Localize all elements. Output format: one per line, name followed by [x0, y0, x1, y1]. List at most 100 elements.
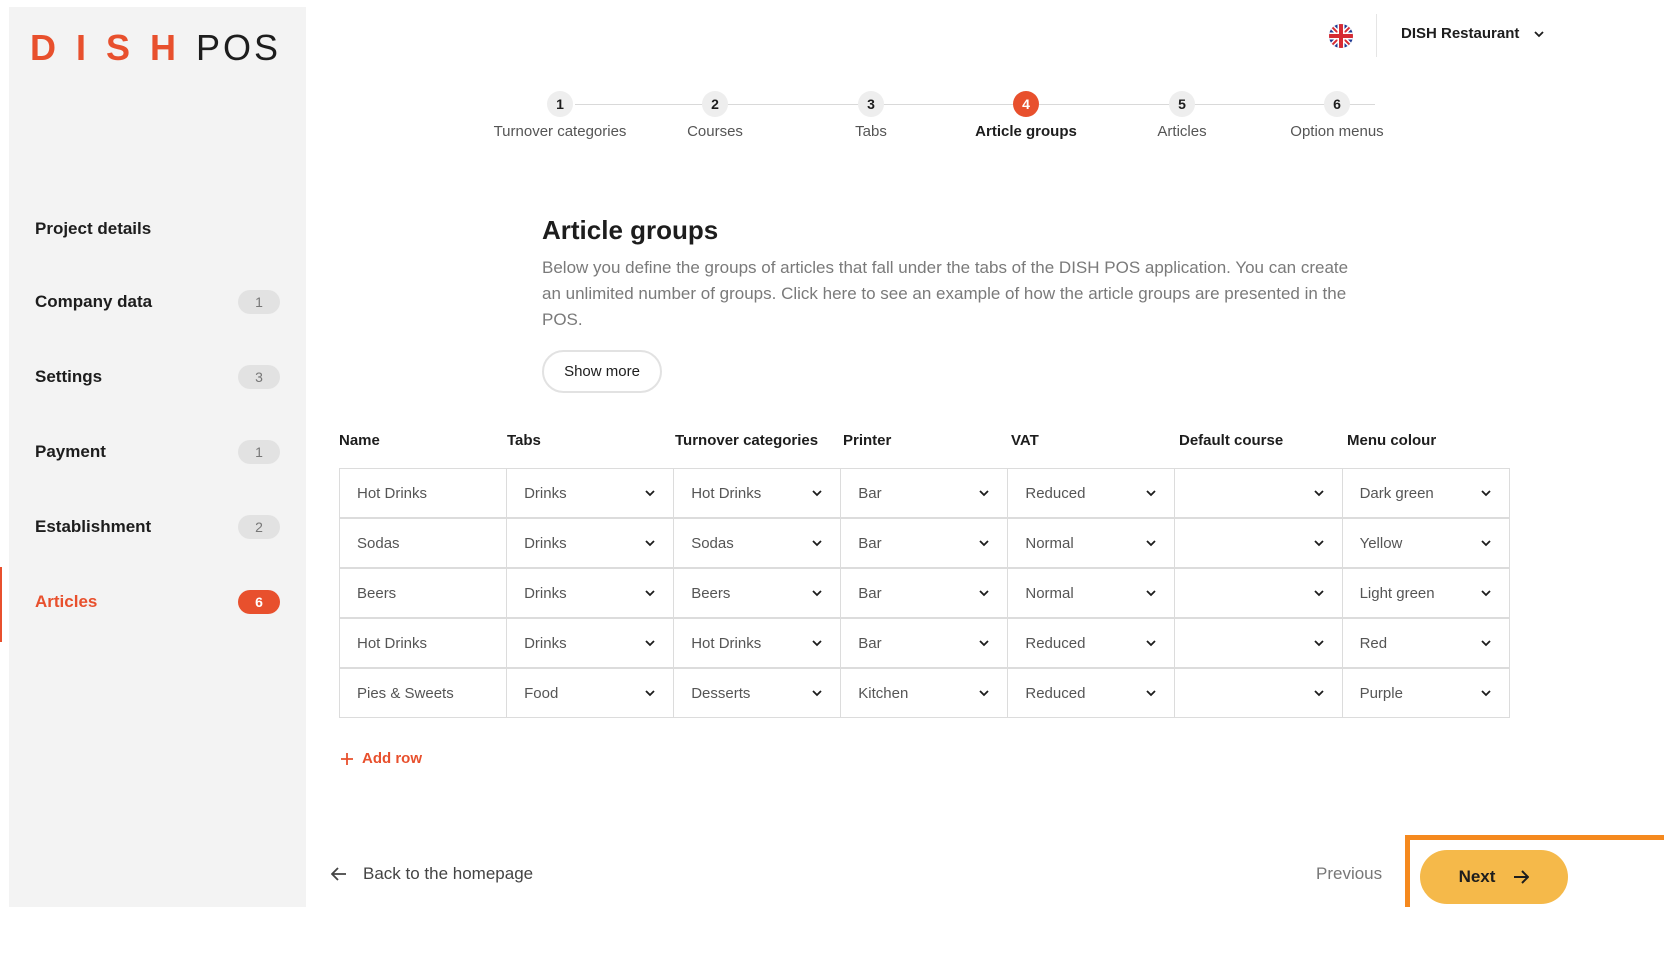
cell-value: Food	[524, 684, 559, 702]
menu-colour-select[interactable]: Dark green	[1341, 468, 1510, 518]
chevron-down-icon	[1146, 640, 1157, 647]
chevron-down-icon	[1146, 540, 1157, 547]
arrow-right-icon	[1514, 870, 1530, 884]
menu-colour-select[interactable]: Purple	[1341, 668, 1510, 718]
cell-value: Yellow	[1359, 534, 1403, 552]
printer-select[interactable]: Bar	[840, 468, 1009, 518]
vat-select[interactable]: Normal	[1007, 518, 1176, 568]
printer-select[interactable]: Kitchen	[840, 668, 1009, 718]
restaurant-selector[interactable]: DISH Restaurant	[1401, 25, 1545, 42]
name-input[interactable]: Beers	[339, 568, 508, 618]
sidebar-item-settings[interactable]: Settings 3	[9, 357, 306, 397]
sidebar-item-badge: 2	[238, 515, 280, 539]
turnover-category-select[interactable]: Beers	[673, 568, 842, 618]
step-number: 4	[1013, 91, 1039, 117]
chevron-down-icon	[1146, 590, 1157, 597]
page-title: Article groups	[542, 215, 719, 245]
add-row-label: Add row	[362, 750, 422, 767]
cell-value: Hot Drinks	[691, 484, 762, 502]
sidebar-item-badge: 6	[238, 590, 280, 614]
vat-select[interactable]: Reduced	[1007, 618, 1176, 668]
chevron-down-icon	[1313, 640, 1324, 647]
name-input[interactable]: Hot Drinks	[339, 468, 508, 518]
restaurant-name: DISH Restaurant	[1401, 25, 1520, 42]
turnover-category-select[interactable]: Sodas	[673, 518, 842, 568]
vat-select[interactable]: Normal	[1007, 568, 1176, 618]
plus-icon	[341, 752, 353, 765]
cell-value: Reduced	[1025, 684, 1086, 702]
column-header-tabs: Tabs	[507, 432, 541, 449]
tabs-select[interactable]: Drinks	[506, 618, 675, 668]
sidebar-item-company-data[interactable]: Company data 1	[9, 282, 306, 322]
turnover-category-select[interactable]: Hot Drinks	[673, 468, 842, 518]
cell-value: Drinks	[524, 534, 567, 552]
menu-colour-select[interactable]: Yellow	[1341, 518, 1510, 568]
cell-value: Drinks	[524, 634, 567, 652]
default-course-select[interactable]	[1174, 618, 1343, 668]
menu-colour-select[interactable]: Red	[1341, 618, 1510, 668]
table-row: Pies & Sweets Food Desserts Kitchen Reduced P…	[339, 668, 1516, 718]
default-course-select[interactable]	[1174, 668, 1343, 718]
default-course-select[interactable]	[1174, 518, 1343, 568]
printer-select[interactable]: Bar	[840, 618, 1009, 668]
vat-select[interactable]: Reduced	[1007, 468, 1176, 518]
sidebar-item-articles[interactable]: Articles 6	[0, 567, 306, 642]
back-to-homepage-link[interactable]: Back to the homepage	[331, 864, 533, 884]
printer-select[interactable]: Bar	[840, 568, 1009, 618]
chevron-down-icon	[812, 590, 822, 597]
step-option-menus[interactable]: 6 Option menus	[1237, 90, 1437, 140]
column-header-default-course: Default course	[1179, 432, 1284, 449]
turnover-category-select[interactable]: Desserts	[673, 668, 842, 718]
tabs-select[interactable]: Drinks	[506, 518, 675, 568]
logo-dish: DISH	[30, 27, 197, 68]
chevron-down-icon	[645, 490, 655, 497]
default-course-select[interactable]	[1174, 468, 1343, 518]
name-input[interactable]: Sodas	[339, 518, 508, 568]
name-input[interactable]: Hot Drinks	[339, 618, 508, 668]
sidebar-item-payment[interactable]: Payment 1	[9, 432, 306, 472]
next-button[interactable]: Next	[1420, 850, 1568, 904]
cell-value: Red	[1359, 634, 1388, 652]
cell-value: Light green	[1359, 584, 1435, 602]
uk-flag-icon[interactable]	[1329, 24, 1353, 48]
step-number: 2	[702, 91, 728, 117]
chevron-down-icon	[1481, 640, 1491, 647]
sidebar-item-label: Project details	[35, 219, 152, 238]
cell-value: Dark green	[1359, 484, 1434, 502]
cell-value: Bar	[858, 484, 882, 502]
previous-button[interactable]: Previous	[1316, 864, 1382, 884]
vat-select[interactable]: Reduced	[1007, 668, 1176, 718]
step-label: Option menus	[1290, 123, 1384, 140]
chevron-down-icon	[979, 640, 990, 647]
cell-value: Hot Drinks	[357, 484, 428, 502]
cell-value: Beers	[691, 584, 731, 602]
article-groups-table: Hot Drinks Drinks Hot Drinks Bar Reduced Dark…	[339, 468, 1516, 718]
cell-value: Sodas	[691, 534, 734, 552]
tabs-select[interactable]: Drinks	[506, 468, 675, 518]
turnover-category-select[interactable]: Hot Drinks	[673, 618, 842, 668]
table-row: Sodas Drinks Sodas Bar Normal Yellow	[339, 518, 1516, 568]
sidebar-item-project-details[interactable]: Project details	[9, 209, 306, 249]
add-row-button[interactable]: Add row	[340, 750, 422, 767]
sidebar-item-establishment[interactable]: Establishment 2	[9, 507, 306, 547]
logo: DISHPOS	[30, 27, 281, 69]
chevron-down-icon	[812, 490, 822, 497]
cell-value: Sodas	[357, 534, 400, 552]
sidebar-item-label: Company data	[35, 292, 153, 311]
chevron-down-icon	[812, 640, 822, 647]
name-input[interactable]: Pies & Sweets	[339, 668, 508, 718]
column-header-name: Name	[339, 432, 380, 449]
show-more-button[interactable]: Show more	[542, 350, 662, 393]
step-number: 1	[547, 91, 573, 117]
default-course-select[interactable]	[1174, 568, 1343, 618]
cell-value: Normal	[1025, 584, 1074, 602]
cell-value: Reduced	[1025, 634, 1086, 652]
column-header-menu-colour: Menu colour	[1347, 432, 1437, 449]
cell-value: Beers	[357, 584, 397, 602]
cell-value: Reduced	[1025, 484, 1086, 502]
column-header-vat: VAT	[1011, 432, 1039, 449]
tabs-select[interactable]: Drinks	[506, 568, 675, 618]
tabs-select[interactable]: Food	[506, 668, 675, 718]
printer-select[interactable]: Bar	[840, 518, 1009, 568]
menu-colour-select[interactable]: Light green	[1341, 568, 1510, 618]
